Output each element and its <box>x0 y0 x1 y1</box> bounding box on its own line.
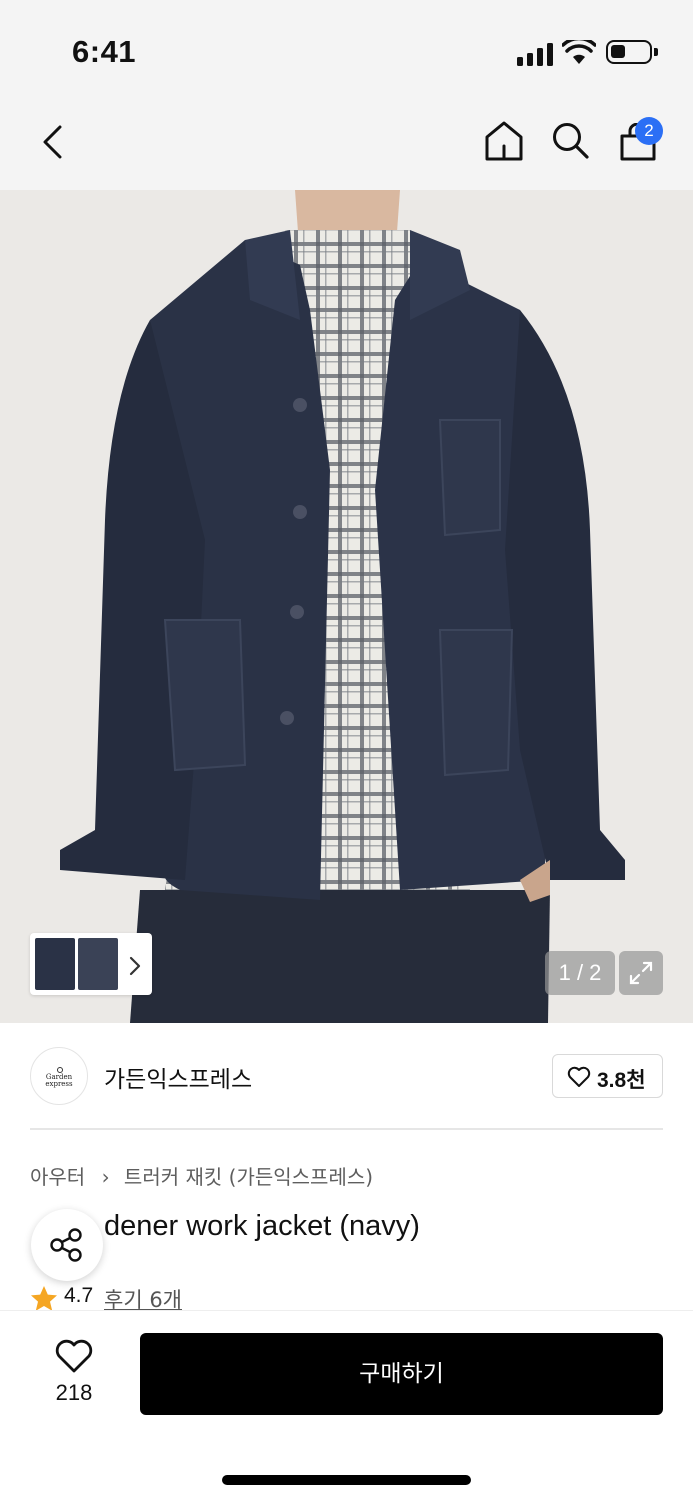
product-title: dener work jacket (navy) <box>104 1210 420 1242</box>
share-icon <box>50 1228 82 1262</box>
cellular-signal-icon <box>517 42 555 66</box>
wishlist-count: 218 <box>55 1380 93 1405</box>
brand-follower-count: 3.8천 <box>597 1069 646 1092</box>
breadcrumb: 아우터 › 트러커 재킷 (가든익스프레스) <box>30 1161 373 1190</box>
chevron-right-icon[interactable] <box>128 956 142 976</box>
expand-image-button[interactable] <box>619 951 663 995</box>
back-icon[interactable] <box>40 124 66 160</box>
thumbnail-image-1[interactable] <box>35 938 75 990</box>
product-image[interactable] <box>0 190 693 1023</box>
home-icon[interactable] <box>484 120 524 162</box>
image-page-indicator: 1 / 2 <box>545 951 615 995</box>
top-nav-bar <box>0 100 693 190</box>
status-bar: 6:41 <box>0 0 693 100</box>
share-button[interactable] <box>31 1209 103 1281</box>
breadcrumb-item-subcategory[interactable]: 트러커 재킷 (가든익스프레스) <box>124 1165 373 1189</box>
brand-follow-button[interactable]: 3.8천 <box>552 1054 663 1098</box>
brand-logo[interactable]: Garden express <box>30 1047 88 1105</box>
wifi-icon <box>562 40 596 64</box>
home-indicator <box>222 1475 471 1485</box>
breadcrumb-item-category[interactable]: 아우터 <box>30 1165 85 1189</box>
search-icon[interactable] <box>551 121 591 161</box>
wishlist-heart-icon[interactable] <box>54 1338 94 1374</box>
battery-icon <box>606 40 658 64</box>
brand-name[interactable]: 가든익스프레스 <box>104 1060 252 1094</box>
star-icon <box>31 1286 57 1311</box>
cart-count-badge: 2 <box>635 117 663 145</box>
product-photo <box>0 190 693 1023</box>
rating-value: 4.7 <box>64 1284 94 1307</box>
divider <box>30 1128 663 1130</box>
status-time: 6:41 <box>72 34 137 69</box>
thumbnail-image-2[interactable] <box>78 938 118 990</box>
breadcrumb-separator-icon: › <box>101 1165 110 1189</box>
heart-outline-icon <box>567 1066 591 1087</box>
expand-icon <box>629 961 653 985</box>
buy-button[interactable]: 구매하기 <box>140 1333 663 1415</box>
